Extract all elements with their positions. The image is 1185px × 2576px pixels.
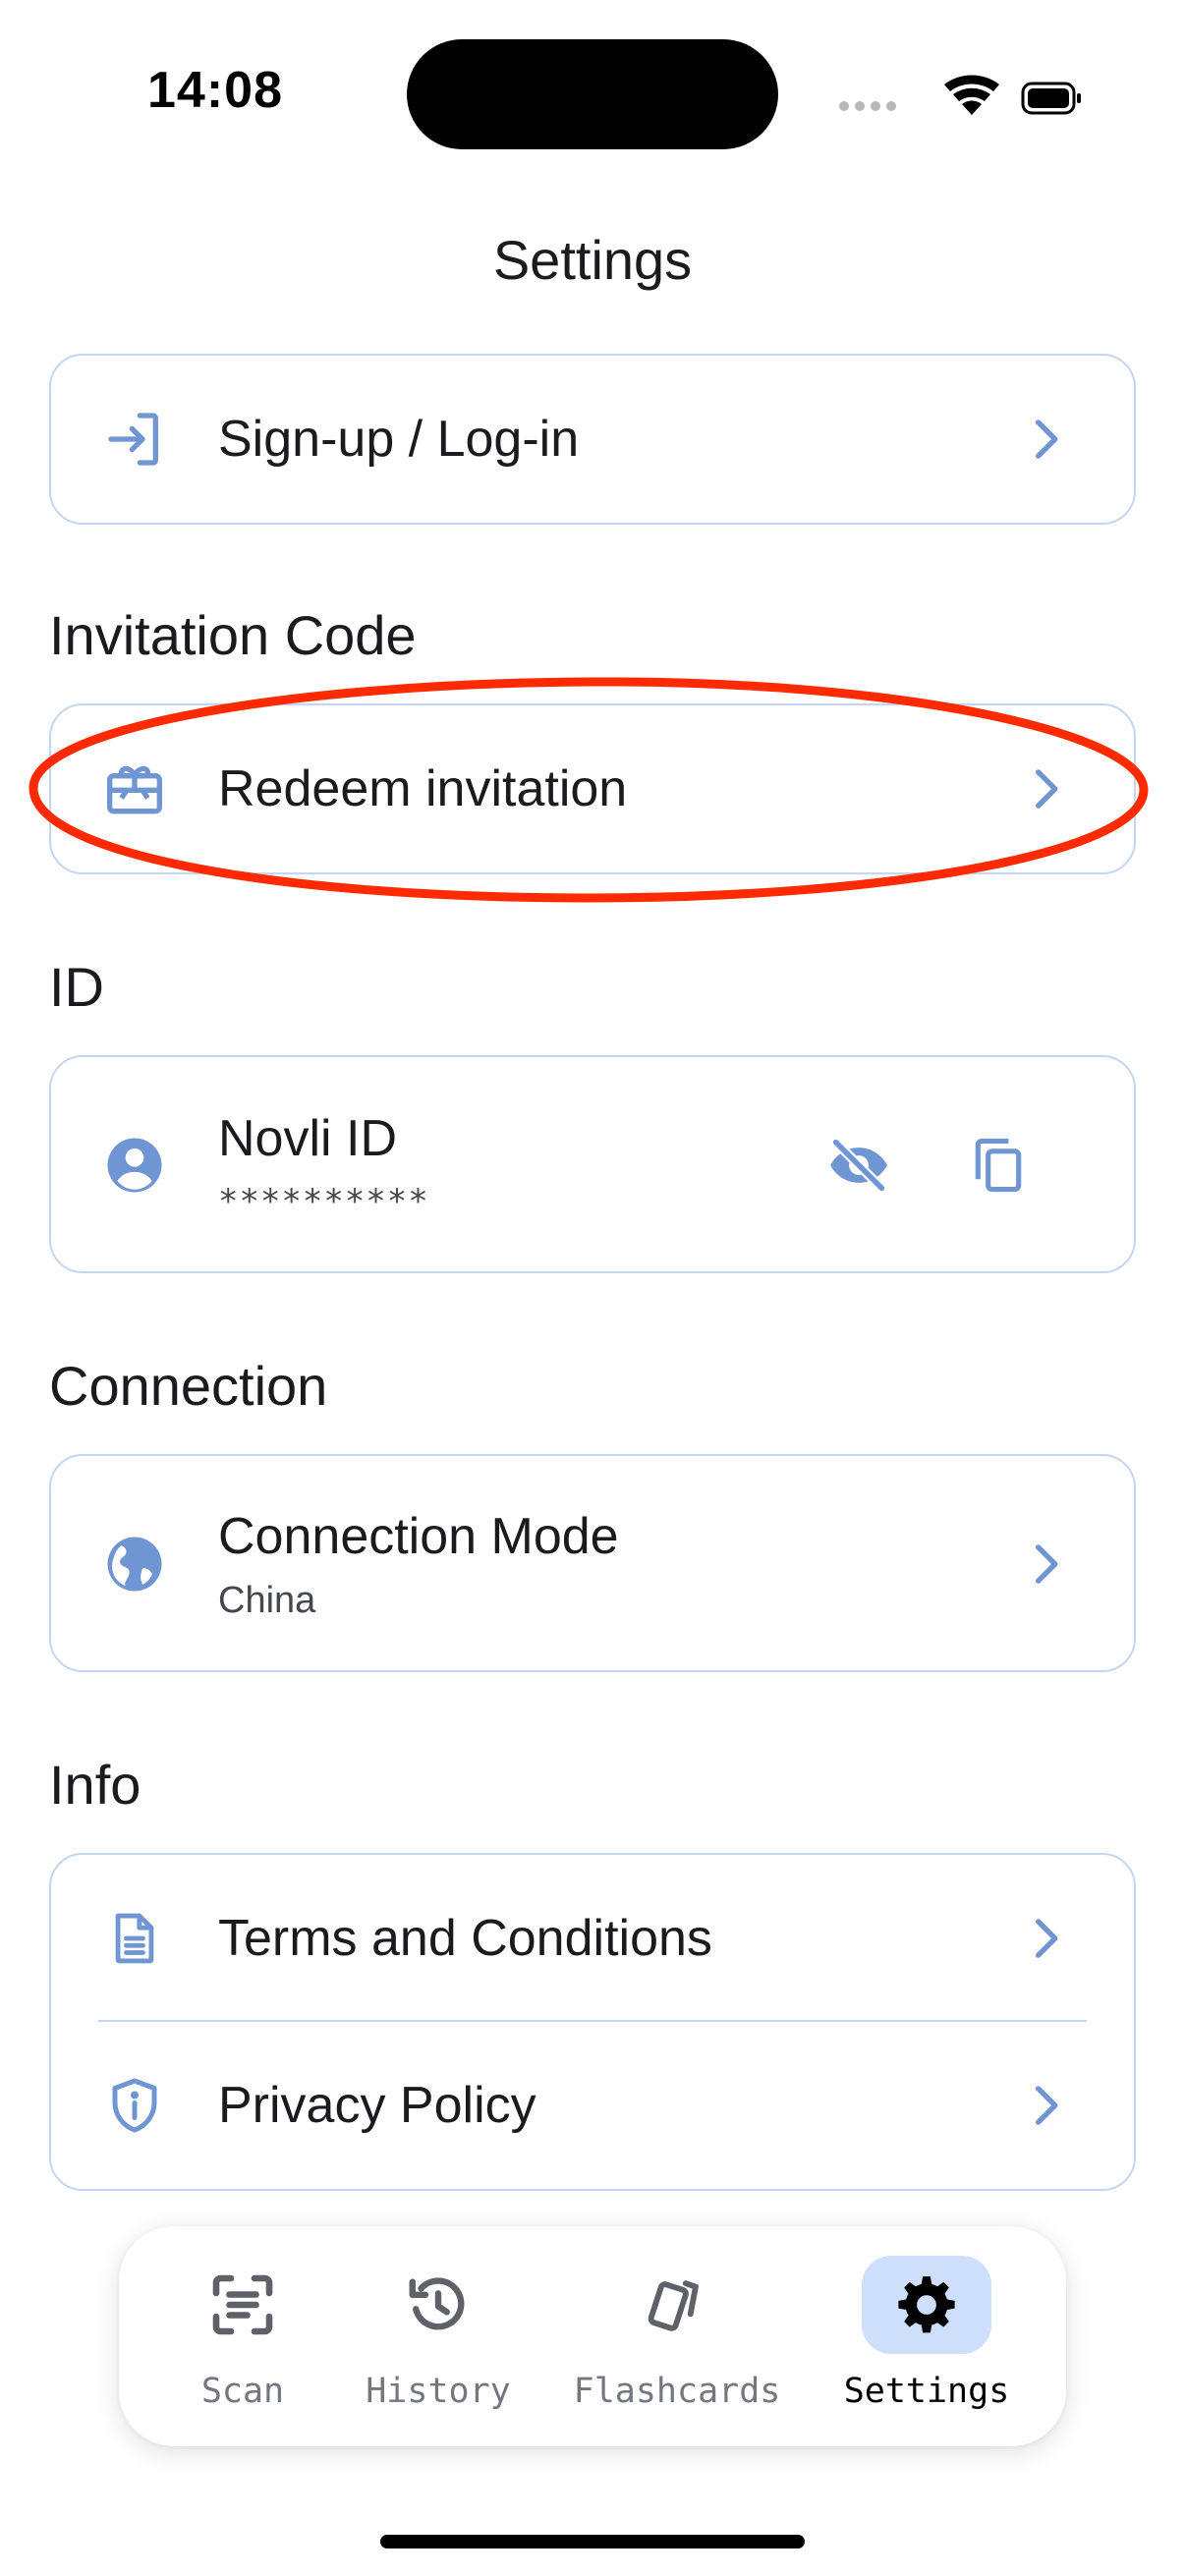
privacy-row[interactable]: Privacy Policy	[51, 2022, 1134, 2189]
terms-row[interactable]: Terms and Conditions	[51, 1855, 1134, 2022]
dynamic-island	[407, 39, 778, 149]
account-card: Sign-up / Log-in	[49, 354, 1136, 525]
history-icon	[409, 2277, 465, 2330]
cellular-signal-icon	[839, 101, 896, 111]
chevron-right-icon	[1026, 2081, 1065, 2130]
flashcards-icon	[648, 2280, 699, 2331]
globe-icon	[100, 1530, 169, 1598]
redeem-invitation-label: Redeem invitation	[218, 760, 628, 817]
login-icon	[100, 405, 169, 474]
chevron-right-icon	[1026, 1540, 1065, 1589]
connection-mode-label: Connection Mode	[218, 1507, 619, 1565]
nav-label: Scan	[200, 2372, 285, 2411]
privacy-label: Privacy Policy	[218, 2077, 536, 2134]
invitation-card: Redeem invitation	[49, 703, 1136, 874]
connection-mode-row[interactable]: Connection Mode China	[51, 1456, 1134, 1672]
id-card: Novli ID **********	[49, 1055, 1136, 1273]
status-icons	[839, 75, 1081, 115]
connection-card: Connection Mode China	[49, 1454, 1136, 1672]
shield-icon	[100, 2071, 169, 2140]
gear-icon	[898, 2276, 955, 2333]
visibility-off-icon[interactable]	[819, 1126, 898, 1204]
section-header-invitation: Invitation Code	[49, 604, 417, 666]
copy-icon[interactable]	[959, 1126, 1038, 1204]
scan-icon	[212, 2274, 273, 2335]
battery-icon	[1021, 82, 1081, 115]
section-header-info: Info	[49, 1754, 141, 1816]
nav-item-settings[interactable]: Settings	[828, 2256, 1025, 2433]
chevron-right-icon	[1026, 1914, 1065, 1963]
nav-item-history[interactable]: History	[276, 2256, 600, 2433]
nav-label: Settings	[843, 2372, 1010, 2411]
home-indicator	[380, 2535, 805, 2548]
chevron-right-icon	[1026, 415, 1065, 464]
info-card: Terms and Conditions Privacy Policy	[49, 1853, 1136, 2191]
chevron-right-icon	[1026, 764, 1065, 813]
redeem-icon	[100, 755, 169, 823]
account-circle-icon	[100, 1131, 169, 1200]
document-icon	[100, 1904, 169, 1973]
status-time: 14:08	[147, 62, 283, 119]
page-title: Settings	[492, 229, 693, 291]
section-header-id: ID	[49, 956, 104, 1018]
redeem-invitation-row[interactable]: Redeem invitation	[51, 705, 1134, 872]
nav-label: Flashcards	[573, 2372, 781, 2411]
novli-id-row: Novli ID **********	[51, 1057, 1134, 1273]
status-bar: 14:08	[0, 0, 1185, 187]
wifi-icon	[944, 75, 999, 115]
sign-in-row[interactable]: Sign-up / Log-in	[51, 356, 1134, 523]
nav-label: History	[366, 2372, 511, 2411]
section-header-connection: Connection	[49, 1355, 328, 1417]
nav-item-flashcards[interactable]: Flashcards	[554, 2256, 800, 2433]
bottom-nav: Scan History Flashcards Settings	[119, 2226, 1066, 2446]
connection-mode-value: China	[218, 1579, 316, 1621]
sign-in-label: Sign-up / Log-in	[218, 411, 580, 468]
terms-label: Terms and Conditions	[218, 1910, 712, 1967]
